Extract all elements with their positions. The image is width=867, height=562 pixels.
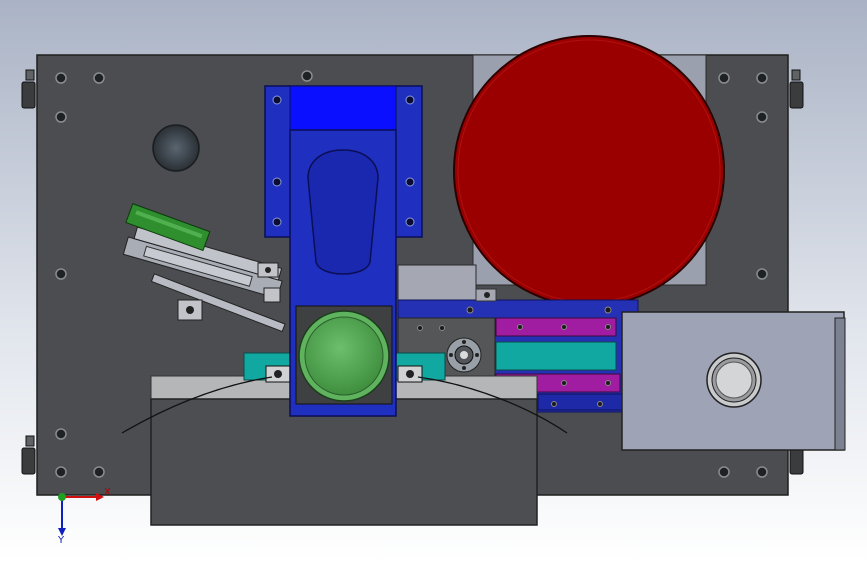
x-axis-label: X: [104, 487, 111, 498]
motor-housing: [621, 311, 846, 451]
green-button[interactable]: [298, 310, 390, 402]
rail-stop-bolt: [484, 292, 490, 298]
lower-dark-block: [150, 398, 538, 526]
round-port: [152, 124, 200, 172]
red-turntable: [453, 35, 725, 307]
cad-viewport[interactable]: X Y: [0, 0, 867, 562]
y-axis-label: Y: [57, 535, 65, 546]
bracket-extension: [397, 264, 477, 302]
